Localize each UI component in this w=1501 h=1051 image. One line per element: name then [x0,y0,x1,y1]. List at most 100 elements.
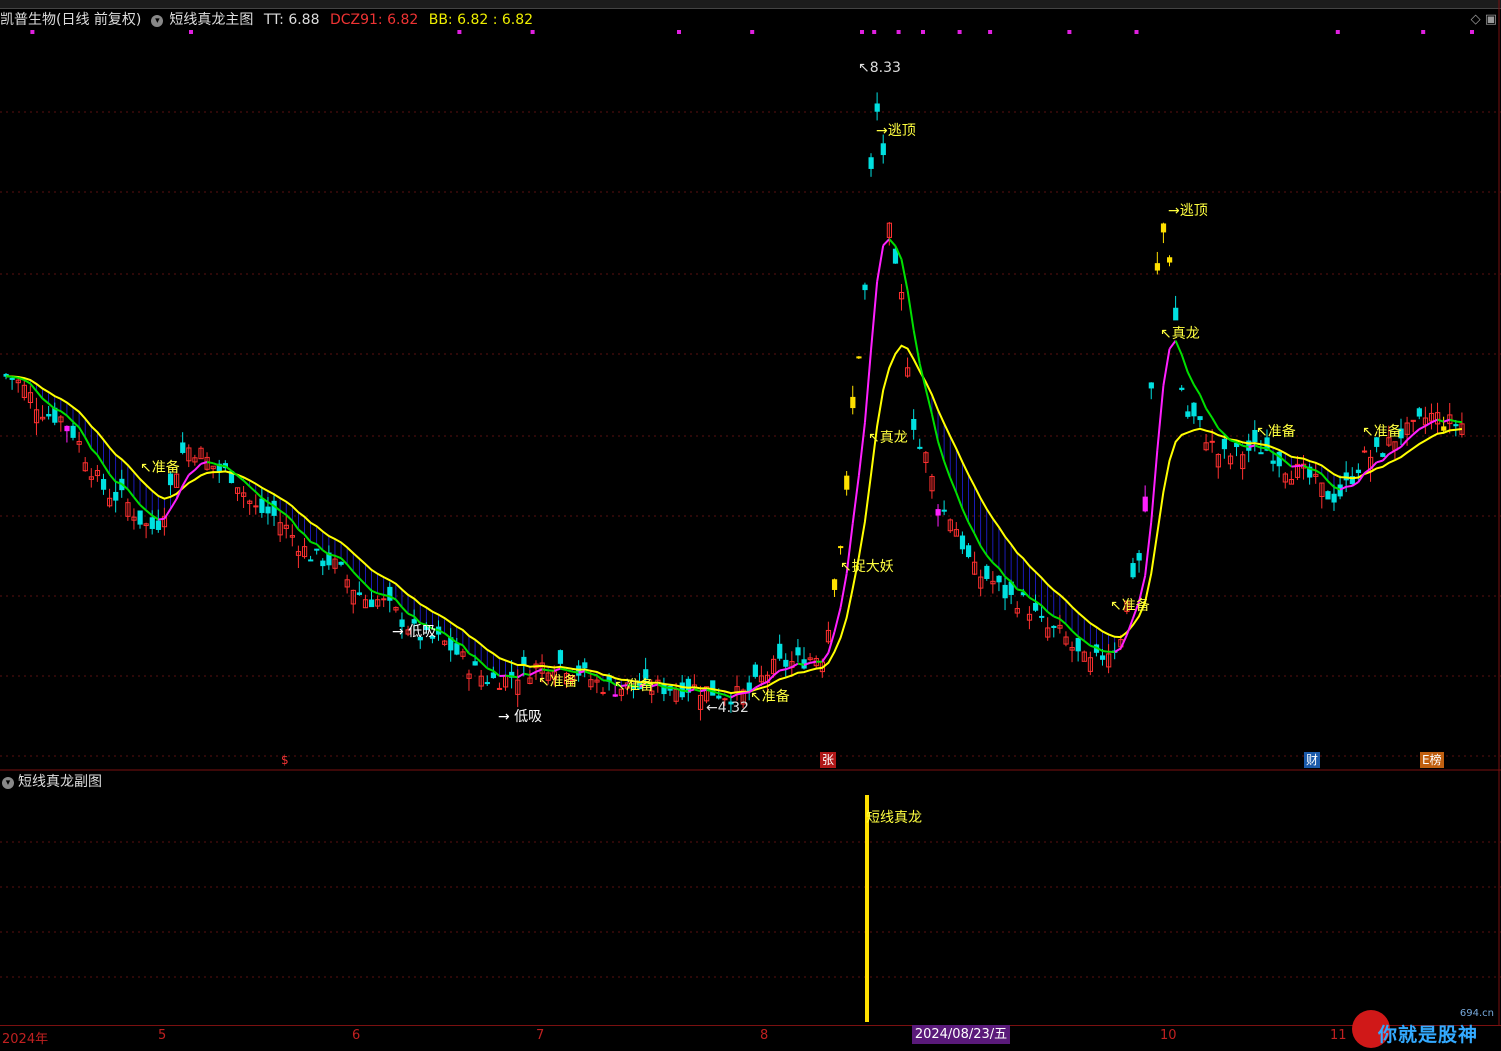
ma-fast-segment [1151,450,1157,522]
formula-menu-icon[interactable]: ▾ [151,15,163,27]
ma-fast-segment [1425,422,1431,426]
signal-dot [1421,30,1425,34]
ma-fast-segment [792,664,798,667]
ma-fast-segment [1450,420,1456,422]
ma-fast-segment [841,574,847,608]
ma-fast-segment [1431,420,1437,423]
ma-fast-segment [207,462,213,463]
candle-body [936,510,940,515]
candle-body [455,644,459,654]
ma-fast-segment [573,672,579,673]
ma-fast-segment [554,669,560,671]
candle-body [1003,585,1007,597]
ma-fast-segment [49,404,55,409]
ma-fast-segment [968,522,974,533]
candle-body [1101,656,1105,659]
bb-value: BB: 6.82 : 6.82 [429,12,533,28]
event-badge-ebang[interactable]: E榜 [1420,752,1444,768]
candle-body [1454,425,1458,426]
candle-body [254,506,258,507]
ma-fast-segment [1084,641,1090,646]
event-badge-cai[interactable]: 财 [1304,752,1320,768]
ma-fast-segment [30,384,36,391]
ma-fast-segment [280,511,286,515]
ma-fast-segment [731,694,737,697]
ma-fast-segment [36,391,42,399]
candle-body [997,576,1001,582]
ma-fast-segment [1206,408,1212,417]
ma-fast-segment [725,695,731,698]
sub-formula-name[interactable]: 短线真龙副图 [18,774,102,790]
candle-body [717,696,721,698]
restore-icon[interactable]: ▣ [1485,12,1497,27]
ma-fast-segment [987,555,993,562]
formula-name[interactable]: 短线真龙主图 [169,12,253,28]
watermark: 694.cn 你就是股神 [1350,1008,1500,1050]
event-badge-zhang[interactable]: 张 [820,752,836,768]
ma-fast-segment [1176,341,1182,355]
signal-label: ↖准备 [140,459,180,476]
ma-fast-segment [1188,372,1194,384]
ma-fast-segment [810,662,816,663]
ma-fast-segment [61,411,67,415]
candle-body [1137,554,1141,560]
ma-fast-segment [719,693,725,695]
signal-label: → 低吸 [392,624,436,640]
main-header: 凯普生物(日线 前复权)▾短线真龙主图 TT: 6.88 DCZ91: 6.82… [0,9,539,31]
ma-fast-segment [1261,448,1267,449]
ma-fast-segment [560,669,566,670]
sub-formula-menu-icon[interactable]: ▾ [2,777,14,789]
ma-fast-segment [828,632,834,653]
ma-fast-segment [1371,462,1377,468]
ma-fast-segment [469,654,475,657]
diamond-icon[interactable]: ◇ [1471,12,1481,27]
signal-dot [897,30,901,34]
ma-fast-segment [889,239,895,246]
ma-fast-segment [1005,577,1011,582]
signal-dot [1067,30,1071,34]
ma-fast-segment [335,556,341,558]
candle-body [65,426,69,430]
candle-body [1338,485,1342,496]
ma-fast-segment [524,674,530,675]
ma-fast-segment [530,672,536,675]
ma-fast-segment [408,614,414,617]
stock-title[interactable]: 凯普生物(日线 前复权) [0,12,141,28]
ma-fast-segment [1066,624,1072,631]
ma-fast-segment [908,290,914,330]
candle-body [1381,454,1385,457]
ma-fast-segment [195,464,201,470]
ma-fast-segment [1194,385,1200,395]
signal-label: ↖真龙 [1160,326,1200,342]
ma-fast-segment [1115,648,1121,652]
candle-body [1040,616,1044,617]
candle-body [1271,461,1275,463]
event-badge-dollar[interactable]: $ [279,752,291,768]
candle-body [321,561,325,566]
ma-fast-segment [871,282,877,350]
x-label-nov: 11 [1330,1028,1347,1043]
candle-body [382,599,386,600]
candle-body [315,549,319,550]
ma-fast-segment [164,509,170,519]
candle-body [601,692,605,693]
ma-fast-segment [700,690,706,691]
ma-fast-segment [1456,421,1462,422]
ma-fast-segment [932,414,938,441]
ma-fast-segment [85,438,91,449]
ma-fast-segment [1346,486,1352,487]
ma-fast-segment [292,521,298,530]
candle-body [1259,453,1263,454]
candle-body [473,662,477,665]
ma-fast-segment [445,633,451,638]
ma-fast-segment [1297,465,1303,466]
signal-dot [860,30,864,34]
candle-body [960,536,964,549]
ma-fast-segment [12,377,18,378]
ma-fast-segment [999,568,1005,576]
ma-fast-segment [1054,616,1060,619]
ma-fast-segment [774,670,780,675]
x-label-june: 6 [352,1028,360,1043]
ma-fast-segment [365,584,371,590]
candle-body [832,580,836,590]
